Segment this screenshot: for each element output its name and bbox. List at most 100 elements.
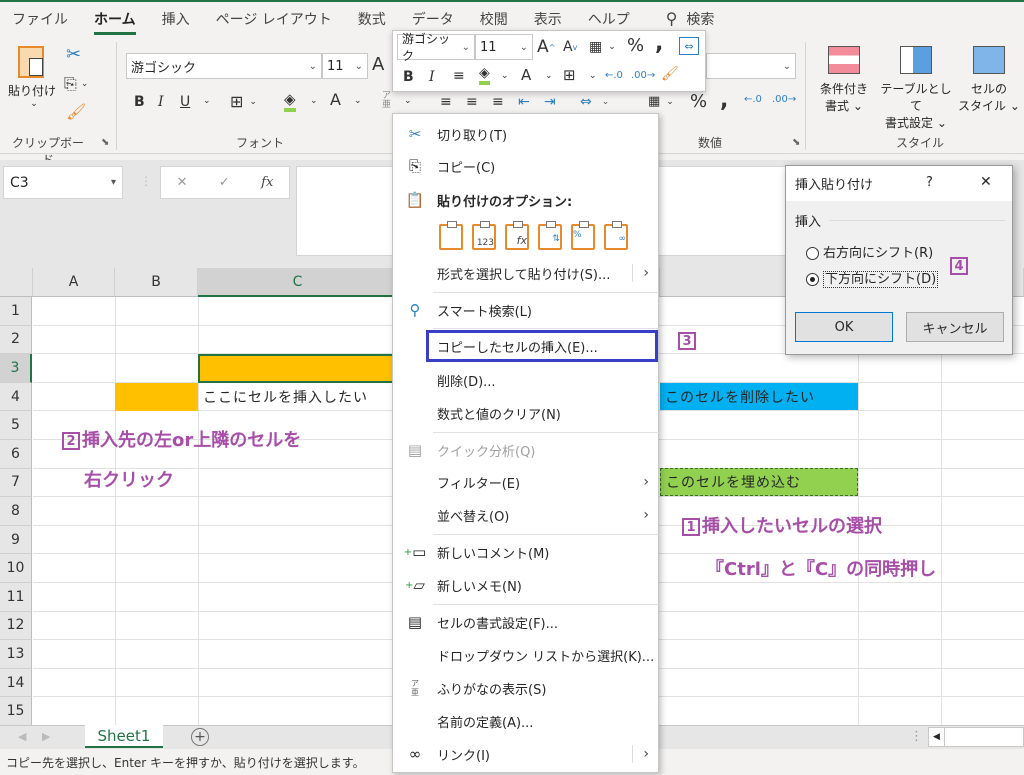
- format-painter-icon[interactable]: 🖌: [66, 102, 86, 121]
- italic-button[interactable]: I: [158, 94, 164, 110]
- chevron-down-icon[interactable]: ⌄: [203, 96, 211, 106]
- italic-button[interactable]: I: [429, 69, 435, 85]
- paste-formulas-icon[interactable]: fx: [505, 221, 529, 250]
- split-grip-icon[interactable]: ⋮: [910, 729, 923, 744]
- row-header-7[interactable]: 7: [0, 468, 32, 498]
- align-right-icon[interactable]: ≡: [492, 94, 504, 110]
- add-sheet-button[interactable]: +: [191, 728, 209, 746]
- insert-function-button[interactable]: fx: [261, 175, 273, 190]
- menu-item-new-note[interactable]: + ▱ 新しいメモ(N): [393, 569, 659, 601]
- column-header-c[interactable]: C: [198, 268, 398, 297]
- chevron-down-icon[interactable]: ⌄: [310, 96, 318, 106]
- scroll-sheets-right-icon[interactable]: ▶: [42, 730, 50, 743]
- fill-color-icon[interactable]: ◈: [479, 65, 490, 85]
- copy-icon[interactable]: ⎘ ⌄: [64, 74, 88, 94]
- chevron-down-icon[interactable]: ⌄: [545, 71, 553, 81]
- decrease-decimal-icon[interactable]: .00→: [772, 94, 796, 105]
- number-dialog-launcher-icon[interactable]: ⬊: [792, 137, 800, 148]
- column-header-a[interactable]: A: [33, 268, 115, 297]
- menu-item-paste-special[interactable]: 形式を選択して貼り付け(S)... ›: [393, 257, 659, 289]
- radio-shift-down[interactable]: 下方向にシフト(D): [806, 268, 939, 288]
- increase-decimal-icon[interactable]: ←.0: [744, 94, 762, 105]
- row-header-6[interactable]: 6: [0, 440, 32, 469]
- menu-item-sort[interactable]: 並べ替え(O) ›: [393, 499, 659, 531]
- chevron-down-icon[interactable]: ⌄: [354, 96, 362, 106]
- row-header-14[interactable]: 14: [0, 668, 32, 698]
- confirm-entry-button[interactable]: ✓: [219, 175, 230, 190]
- cancel-button[interactable]: キャンセル: [906, 312, 1004, 342]
- percent-icon[interactable]: %: [690, 91, 707, 112]
- row-header-15[interactable]: 15: [0, 697, 32, 725]
- menu-item-pick-from-dropdown[interactable]: ドロップダウン リストから選択(K)...: [393, 639, 659, 671]
- cell-b4[interactable]: [115, 383, 198, 411]
- row-header-9[interactable]: 9: [0, 525, 32, 555]
- menu-item-show-phonetic[interactable]: ア亜 ふりがなの表示(S): [393, 672, 659, 704]
- cut-icon[interactable]: ✂: [66, 44, 81, 65]
- row-header-4[interactable]: 4: [0, 382, 32, 412]
- scroll-left-icon[interactable]: ◀: [929, 728, 945, 746]
- row-header-10[interactable]: 10: [0, 554, 32, 583]
- paste-formatting-icon[interactable]: %: [571, 221, 595, 250]
- increase-indent-icon[interactable]: ⇥: [544, 94, 556, 110]
- cell-c4[interactable]: ここにセルを挿入したい: [198, 383, 398, 411]
- menu-item-define-name[interactable]: 名前の定義(A)...: [393, 705, 659, 737]
- menu-item-smart-lookup[interactable]: ⚲ スマート検索(L): [393, 294, 659, 326]
- grow-font-icon[interactable]: A: [372, 54, 384, 75]
- merge-center-icon[interactable]: ⇔ ⌄: [580, 94, 609, 110]
- paste-link-icon[interactable]: ∞: [604, 221, 628, 250]
- name-box[interactable]: C3 ▾: [3, 166, 123, 199]
- accounting-format-icon[interactable]: ▦ ⌄: [648, 94, 674, 109]
- row-header-11[interactable]: 11: [0, 583, 32, 612]
- tab-formulas[interactable]: 数式: [358, 3, 386, 35]
- accounting-format-icon[interactable]: ▦ ⌄: [589, 39, 616, 55]
- phonetic-guide-icon[interactable]: ア亜: [382, 92, 391, 110]
- paste-transpose-icon[interactable]: ⇅: [538, 221, 562, 250]
- cell-c3-selected[interactable]: [198, 354, 398, 383]
- percent-icon[interactable]: %: [627, 35, 644, 56]
- font-color-icon[interactable]: A: [330, 90, 341, 109]
- menu-item-link[interactable]: ∞ リンク(I) ›: [393, 738, 659, 770]
- help-button[interactable]: ?: [926, 175, 933, 190]
- row-header-12[interactable]: 12: [0, 611, 32, 641]
- scroll-sheets-left-icon[interactable]: ◀: [18, 730, 26, 743]
- menu-item-clear-contents[interactable]: 数式と値のクリア(N): [393, 397, 659, 429]
- menu-item-copy[interactable]: ⎘ コピー(C): [393, 150, 659, 182]
- paste-values-icon[interactable]: 123: [472, 221, 496, 250]
- conditional-formatting-button[interactable]: 条件付き 書式 ⌄: [815, 46, 873, 114]
- row-header-13[interactable]: 13: [0, 640, 32, 669]
- align-center-icon[interactable]: ≡: [466, 94, 478, 110]
- menu-item-delete[interactable]: 削除(D)...: [393, 364, 659, 396]
- row-header-5[interactable]: 5: [0, 411, 32, 440]
- menu-item-cut[interactable]: ✂ 切り取り(T): [393, 118, 659, 150]
- tab-home[interactable]: ホーム: [94, 3, 136, 35]
- format-painter-icon[interactable]: 🖌: [661, 66, 679, 82]
- sheet-tab-sheet1[interactable]: Sheet1: [85, 725, 163, 748]
- chevron-down-icon[interactable]: ⌄: [589, 71, 597, 81]
- clipboard-dialog-launcher-icon[interactable]: ⬊: [101, 137, 109, 148]
- tab-file[interactable]: ファイル: [12, 3, 68, 35]
- borders-icon[interactable]: ⊞ ⌄: [230, 92, 257, 111]
- menu-item-filter[interactable]: フィルター(E) ›: [393, 466, 659, 498]
- menu-item-insert-copied-cells[interactable]: コピーしたセルの挿入(E)...: [426, 330, 658, 362]
- row-header-2[interactable]: 2: [0, 325, 32, 355]
- radio-shift-right[interactable]: 右方向にシフト(R): [806, 242, 933, 261]
- format-as-table-button[interactable]: テーブルとして 書式設定 ⌄: [876, 46, 956, 131]
- fill-color-icon[interactable]: ◈: [284, 90, 296, 112]
- number-format-combo[interactable]: ⌄: [706, 53, 796, 79]
- tab-insert[interactable]: 挿入: [162, 3, 190, 35]
- font-name-combo[interactable]: 游ゴシック ⌄: [126, 53, 322, 79]
- tab-page-layout[interactable]: ページ レイアウト: [216, 3, 332, 35]
- radio-button-selected[interactable]: [806, 273, 819, 286]
- column-header-b[interactable]: B: [115, 268, 198, 297]
- paste-button[interactable]: 貼り付け ⌄: [8, 46, 60, 116]
- merge-center-icon[interactable]: ⇔: [679, 37, 699, 55]
- cell-e7-copied[interactable]: このセルを埋め込む: [660, 468, 858, 496]
- row-header-8[interactable]: 8: [0, 497, 32, 526]
- ok-button[interactable]: OK: [795, 312, 893, 342]
- align-left-icon[interactable]: ≡: [440, 94, 452, 110]
- chevron-down-icon[interactable]: ⌄: [404, 96, 412, 106]
- mini-font-name-combo[interactable]: 游ゴシック ⌄: [397, 32, 475, 63]
- font-color-icon[interactable]: A: [521, 66, 531, 84]
- comma-style-icon[interactable]: ,: [720, 88, 728, 113]
- cancel-entry-button[interactable]: ✕: [177, 175, 188, 190]
